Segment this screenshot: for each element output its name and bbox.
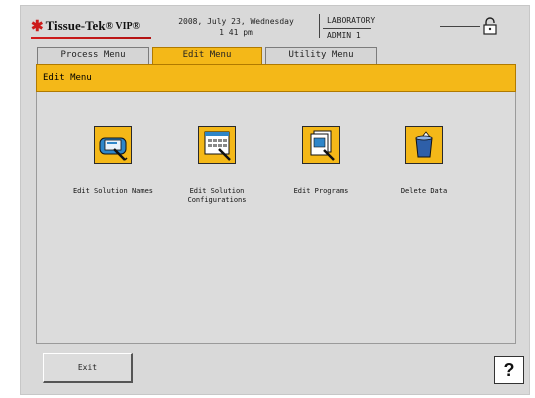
date-text: 2008, July 23, Wednesday <box>178 17 294 26</box>
brand-name: Tissue-Tek <box>45 18 106 33</box>
solution-names-icon <box>99 137 128 161</box>
label-line: Edit Solution <box>189 187 245 195</box>
trash-can-icon <box>415 131 433 158</box>
menu-item-label-two-line: Edit Solution Configurations <box>162 187 272 205</box>
divider <box>323 28 371 29</box>
menu-item-label: Delete Data <box>400 187 448 195</box>
tab-utility-menu[interactable]: Utility Menu <box>265 47 377 64</box>
tab-label: Edit Menu <box>182 50 232 60</box>
tab-label: Process Menu <box>60 50 126 60</box>
location-text: LABORATORY <box>327 16 376 25</box>
page-title: Edit Menu <box>36 64 516 92</box>
tab-bar: Process Menu Edit Menu Utility Menu <box>37 47 377 64</box>
brand-underline <box>31 37 151 39</box>
user-text: ADMIN 1 <box>327 31 361 40</box>
exit-button[interactable]: Exit <box>43 353 133 383</box>
brand-logo: ✱ Tissue-Tek ® VIP® <box>31 16 140 36</box>
brand-suffix: ® VIP® <box>105 20 141 32</box>
tab-edit-menu[interactable]: Edit Menu <box>152 47 262 64</box>
delete-data-button[interactable] <box>405 126 443 164</box>
programs-icon <box>310 130 335 161</box>
tab-process-menu[interactable]: Process Menu <box>37 47 149 64</box>
time-text: 1 41 pm <box>219 28 253 37</box>
label-line: Configurations <box>187 196 247 204</box>
edit-solution-configurations-button[interactable] <box>198 126 236 164</box>
divider <box>319 14 320 38</box>
help-button[interactable]: ? <box>494 356 524 384</box>
edit-solution-names-button[interactable] <box>94 126 132 164</box>
app-screen: ✱ Tissue-Tek ® VIP® 2008, July 23, Wedne… <box>20 5 530 395</box>
datetime: 2008, July 23, Wednesday 1 41 pm <box>177 16 295 38</box>
tab-label: Utility Menu <box>288 50 354 60</box>
divider <box>440 26 480 27</box>
menu-item-label: Edit Programs <box>293 187 349 195</box>
padlock-icon[interactable] <box>482 17 498 35</box>
location-user-box: LABORATORY ADMIN 1 <box>319 14 439 42</box>
solution-configurations-icon <box>204 131 231 161</box>
menu-item-label: Edit Solution Names <box>72 187 154 195</box>
edit-programs-button[interactable] <box>302 126 340 164</box>
brand-star-icon: ✱ <box>31 18 44 35</box>
content-panel <box>36 64 516 344</box>
